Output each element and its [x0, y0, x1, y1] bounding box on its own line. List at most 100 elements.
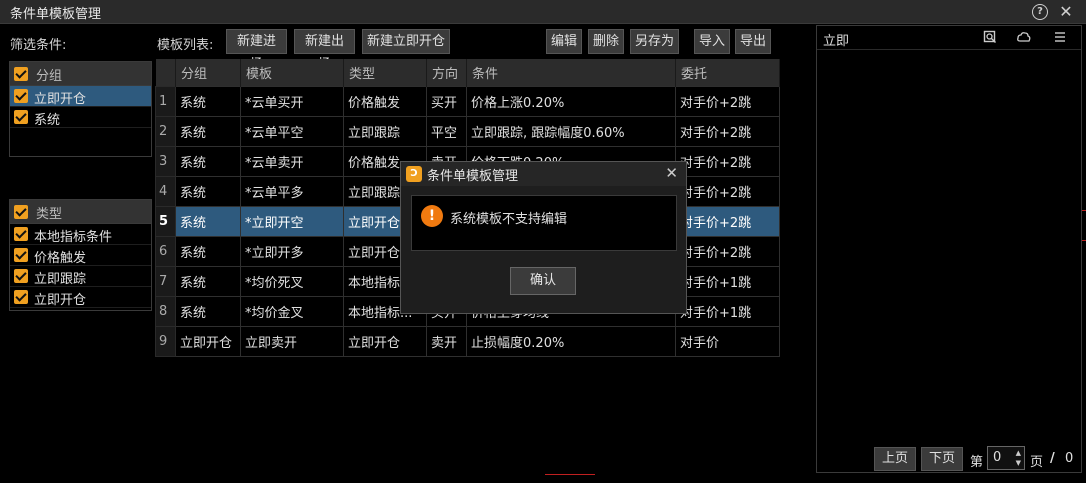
prev-page-button[interactable]: 上页 [874, 447, 916, 471]
table-cell-order: 对手价+1跳 [675, 265, 781, 297]
table-cell-cond: 立即跟踪, 跟踪幅度0.60% [466, 115, 677, 147]
row-index: 4 [155, 175, 176, 207]
type-filter-title: 类型 [36, 207, 63, 222]
table-cell-order: 对手价+2跳 [675, 85, 781, 117]
filter-label: 筛选条件: [10, 38, 67, 53]
save-as-button[interactable]: 另存为 [630, 29, 679, 54]
row-index: 6 [155, 235, 176, 267]
table-header[interactable]: 模板 [240, 59, 344, 86]
type-filter-item[interactable]: 本地指标条件 [10, 224, 151, 245]
template-list-label: 模板列表: [157, 38, 214, 53]
group-filter-item[interactable]: 系统 [10, 107, 151, 128]
type-filter-item-label: 立即跟踪 [34, 272, 87, 287]
table-cell-template: *立即开空 [240, 205, 344, 237]
table-cell-order: 对手价+2跳 [675, 115, 781, 147]
page-suffix: 页 [1030, 455, 1044, 470]
search-icon[interactable] [983, 30, 997, 44]
close-icon[interactable]: ✕ [1058, 4, 1074, 20]
page-separator: / [1050, 451, 1055, 466]
row-index: 5 [155, 205, 176, 237]
new-entry-button[interactable]: 新建进场 [226, 29, 287, 72]
type-filter-item[interactable]: 立即开仓 [10, 287, 151, 308]
new-instant-open-button[interactable]: 新建立即开仓 [362, 29, 450, 54]
table-cell-group: 系统 [175, 295, 241, 327]
checkbox-icon[interactable] [14, 205, 28, 219]
table-cell-dir: 买开 [426, 85, 468, 117]
import-button[interactable]: 导入 [694, 29, 730, 54]
title-bar: 条件单模板管理 ? ✕ [0, 0, 1086, 24]
table-header[interactable]: 分组 [175, 59, 241, 86]
page-spinner[interactable]: 0 ▲ ▼ [987, 446, 1025, 470]
table-cell-template: *立即开多 [240, 235, 344, 267]
type-filter-item[interactable]: 价格触发 [10, 245, 151, 266]
cloud-icon[interactable] [1017, 30, 1031, 44]
table-cell-order: 对手价+1跳 [675, 295, 781, 327]
dialog-title: 条件单模板管理 [427, 169, 519, 184]
group-filter-panel: 分组 立即开仓 系统 [9, 61, 152, 157]
checkbox-icon[interactable] [14, 290, 28, 304]
table-cell-cond: 止损幅度0.20% [466, 325, 677, 357]
next-page-button[interactable]: 下页 [921, 447, 963, 471]
checkbox-icon[interactable] [14, 269, 28, 283]
table-cell-order: 对手价 [675, 325, 781, 357]
preview-header: 立即 [817, 26, 1081, 50]
table-header[interactable]: 方向 [426, 59, 468, 86]
table-row[interactable]: 1 系统 *云单买开 价格触发 买开 价格上涨0.20% 对手价+2跳 [155, 85, 781, 117]
new-exit-button[interactable]: 新建出场 [294, 29, 355, 72]
table-cell-type: 立即跟踪 [342, 115, 428, 147]
table-header-index [155, 59, 176, 86]
checkbox-icon[interactable] [14, 110, 28, 124]
ok-button[interactable]: 确认 [510, 267, 576, 295]
type-filter-item-label: 本地指标条件 [34, 230, 113, 245]
type-filter-header[interactable]: 类型 [10, 200, 151, 224]
table-row[interactable]: 2 系统 *云单平空 立即跟踪 平空 立即跟踪, 跟踪幅度0.60% 对手价+2跳 [155, 115, 781, 147]
delete-button[interactable]: 删除 [588, 29, 624, 54]
app-logo-icon: Ɔ [406, 166, 422, 182]
table-cell-dir: 卖开 [426, 325, 468, 357]
row-index: 1 [155, 85, 176, 117]
spin-up-icon[interactable]: ▲ [1016, 449, 1021, 457]
table-cell-template: *云单平空 [240, 115, 344, 147]
page-total: 0 [1065, 451, 1074, 466]
close-icon[interactable]: ✕ [665, 164, 678, 182]
type-filter-item-label: 价格触发 [34, 251, 87, 266]
group-filter-item[interactable]: 立即开仓 [10, 86, 151, 107]
table-header[interactable]: 类型 [343, 59, 428, 86]
row-index: 3 [155, 145, 176, 177]
table-cell-template: *均价金叉 [240, 295, 344, 327]
dialog-message: 系统模板不支持编辑 [450, 212, 568, 227]
row-index: 9 [155, 325, 176, 357]
chart-line [545, 474, 595, 475]
page-prefix: 第 [970, 455, 984, 470]
table-cell-group: 系统 [175, 85, 241, 117]
table-cell-template: *云单平多 [240, 175, 344, 207]
table-cell-type: 立即开仓 [342, 325, 428, 357]
group-filter-header[interactable]: 分组 [10, 62, 151, 86]
table-cell-order: 对手价+2跳 [675, 175, 781, 207]
table-header[interactable]: 条件 [466, 59, 677, 86]
export-button[interactable]: 导出 [735, 29, 771, 54]
help-icon[interactable]: ? [1032, 4, 1048, 20]
warning-icon: ! [421, 205, 443, 227]
checkbox-icon[interactable] [14, 227, 28, 241]
group-filter-title: 分组 [36, 69, 63, 84]
table-cell-type: 价格触发 [342, 85, 428, 117]
table-row[interactable]: 9 立即开仓 立即卖开 立即开仓 卖开 止损幅度0.20% 对手价 [155, 325, 781, 357]
table-cell-group: 系统 [175, 175, 241, 207]
spin-down-icon[interactable]: ▼ [1016, 459, 1021, 467]
type-filter-item-label: 立即开仓 [34, 293, 87, 308]
row-index: 2 [155, 115, 176, 147]
table-header[interactable]: 委托 [675, 59, 781, 86]
type-filter-item[interactable]: 立即跟踪 [10, 266, 151, 287]
table-cell-template: *云单买开 [240, 85, 344, 117]
table-cell-cond: 价格上涨0.20% [466, 85, 677, 117]
checkbox-icon[interactable] [14, 248, 28, 262]
table-cell-template: 立即卖开 [240, 325, 344, 357]
table-cell-order: 对手价+2跳 [675, 205, 781, 237]
checkbox-icon[interactable] [14, 67, 28, 81]
row-index: 8 [155, 295, 176, 327]
group-filter-item-label: 立即开仓 [34, 92, 87, 107]
checkbox-icon[interactable] [14, 89, 28, 103]
menu-icon[interactable] [1053, 30, 1067, 44]
edit-button[interactable]: 编辑 [546, 29, 582, 54]
